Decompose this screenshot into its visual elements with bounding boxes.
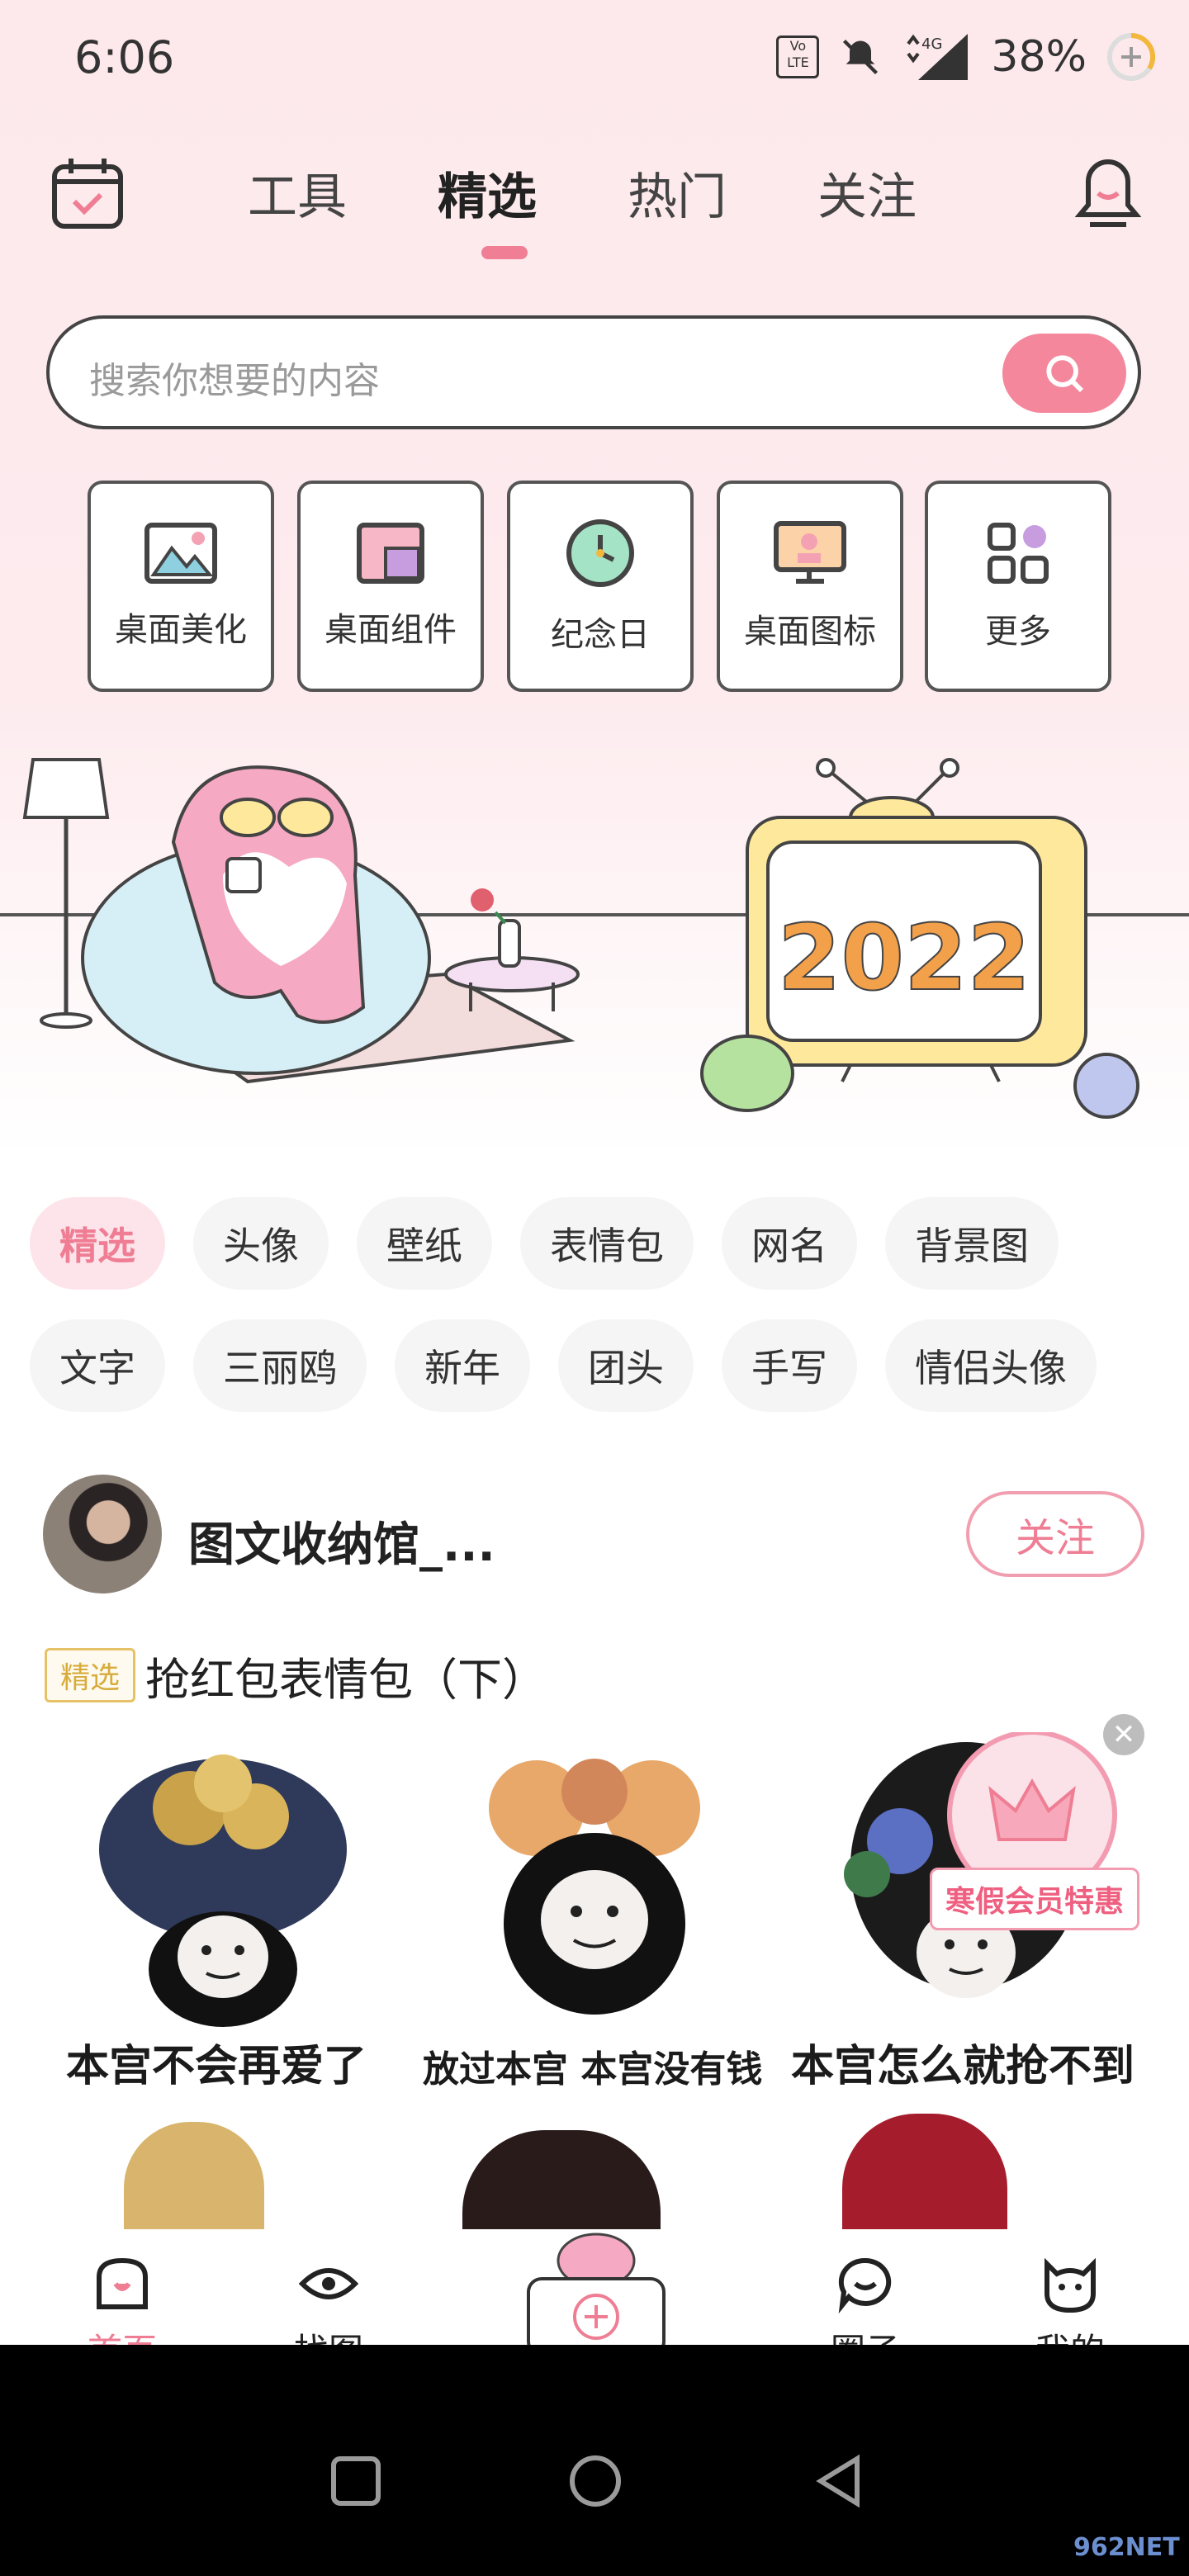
quick-action-desktop-widget[interactable]: 桌面组件 bbox=[297, 481, 484, 692]
search-button[interactable] bbox=[1002, 334, 1126, 413]
meme-caption: 放过本宫 本宫没有钱 bbox=[423, 2048, 763, 2091]
category-chip[interactable]: 网名 bbox=[722, 1197, 857, 1290]
quick-action-label: 纪念日 bbox=[551, 616, 650, 654]
signal-icon: 4G bbox=[907, 34, 969, 80]
mute-bell-icon bbox=[843, 39, 879, 75]
home-button-icon[interactable] bbox=[566, 2452, 624, 2510]
quick-action-desktop-icon[interactable]: 桌面图标 bbox=[717, 481, 903, 692]
nav-create[interactable] bbox=[525, 2224, 667, 2360]
active-tab-indicator bbox=[481, 246, 528, 259]
quick-action-desktop-beautify[interactable]: 桌面美化 bbox=[88, 481, 274, 692]
category-row-2: 文字 三丽鸥 新年 团头 手写 情侣头像 bbox=[30, 1319, 1186, 1412]
category-chip[interactable]: 情侣头像 bbox=[885, 1319, 1097, 1412]
category-chip[interactable]: 手写 bbox=[722, 1319, 857, 1412]
category-chip[interactable]: 三丽鸥 bbox=[193, 1319, 367, 1412]
featured-badge: 精选 bbox=[45, 1648, 135, 1702]
notification-bell-icon[interactable] bbox=[1073, 152, 1143, 231]
home-icon bbox=[97, 2257, 148, 2309]
follow-button[interactable]: 关注 bbox=[966, 1491, 1144, 1577]
promo-label[interactable]: 寒假会员特惠 bbox=[930, 1868, 1140, 1930]
quick-action-label: 更多 bbox=[985, 613, 1051, 651]
quick-action-more[interactable]: 更多 bbox=[925, 481, 1111, 692]
category-chip[interactable]: 背景图 bbox=[885, 1197, 1059, 1290]
top-tabs: 工具 精选 热门 关注 bbox=[248, 157, 917, 229]
tab-tools[interactable]: 工具 bbox=[248, 157, 347, 229]
quick-action-label: 桌面图标 bbox=[744, 613, 876, 651]
quick-action-label: 桌面美化 bbox=[115, 611, 247, 649]
ball-icon bbox=[1073, 1053, 1139, 1119]
chat-bubble-icon bbox=[838, 2257, 892, 2313]
banner-illustration[interactable]: 2022 bbox=[0, 727, 1189, 1156]
green-dino-icon bbox=[700, 1035, 794, 1112]
calendar-icon[interactable] bbox=[48, 154, 127, 233]
status-icons: Vo LTE 4G 38% bbox=[776, 28, 1156, 86]
author-name[interactable]: 图文收纳馆_... bbox=[188, 1508, 495, 1574]
monitor-icon bbox=[774, 521, 846, 584]
meme-image-4[interactable] bbox=[124, 2122, 264, 2229]
tab-hot[interactable]: 热门 bbox=[628, 157, 727, 229]
tab-featured[interactable]: 精选 bbox=[438, 157, 537, 229]
cat-face-icon bbox=[1045, 2257, 1096, 2313]
meme-image-2[interactable] bbox=[421, 1734, 768, 2039]
category-chip[interactable]: 精选 bbox=[30, 1197, 165, 1290]
back-icon[interactable] bbox=[811, 2452, 869, 2510]
category-chip[interactable]: 表情包 bbox=[520, 1197, 694, 1290]
category-chip[interactable]: 壁纸 bbox=[357, 1197, 492, 1290]
meme-caption: 本宫怎么就抢不到 bbox=[791, 2042, 1135, 2091]
clock-icon bbox=[566, 519, 634, 587]
status-time: 6:06 bbox=[74, 31, 175, 83]
search-placeholder: 搜索你想要的内容 bbox=[89, 360, 380, 402]
category-chip[interactable]: 文字 bbox=[30, 1319, 165, 1412]
category-chip[interactable]: 新年 bbox=[395, 1319, 530, 1412]
category-chip[interactable]: 头像 bbox=[193, 1197, 329, 1290]
search-icon bbox=[1046, 355, 1084, 393]
banner-year-text: 2022 bbox=[778, 905, 1030, 1011]
category-chip[interactable]: 团头 bbox=[558, 1319, 694, 1412]
battery-text: 38% bbox=[991, 32, 1087, 82]
tv-icon: 2022 bbox=[746, 758, 1087, 1082]
category-row-1: 精选 头像 壁纸 表情包 网名 背景图 bbox=[30, 1197, 1186, 1290]
author-avatar[interactable] bbox=[43, 1475, 162, 1593]
quick-action-label: 桌面组件 bbox=[324, 611, 457, 649]
grid-icon bbox=[988, 523, 1049, 584]
quick-action-anniversary[interactable]: 纪念日 bbox=[507, 481, 694, 692]
battery-icon bbox=[1107, 32, 1156, 81]
create-plus-icon bbox=[527, 2233, 666, 2356]
picture-icon bbox=[144, 523, 217, 584]
meme-image-6[interactable] bbox=[842, 2114, 1007, 2229]
volte-icon: Vo LTE bbox=[776, 36, 820, 78]
widget-icon bbox=[357, 523, 424, 584]
svg-text:4G: 4G bbox=[921, 36, 942, 53]
tab-following[interactable]: 关注 bbox=[817, 157, 917, 229]
eye-icon bbox=[299, 2268, 358, 2299]
recent-apps-icon[interactable] bbox=[327, 2452, 385, 2510]
post-title[interactable]: 抢红包表情包（下） bbox=[145, 1643, 547, 1708]
close-promo-icon[interactable]: ✕ bbox=[1103, 1714, 1144, 1755]
watermark-logo: 962NET bbox=[1073, 2533, 1180, 2562]
meme-caption: 本宫不会再爱了 bbox=[66, 2042, 367, 2091]
meme-image-5[interactable] bbox=[462, 2130, 661, 2229]
meme-image-1[interactable] bbox=[50, 1734, 396, 2039]
